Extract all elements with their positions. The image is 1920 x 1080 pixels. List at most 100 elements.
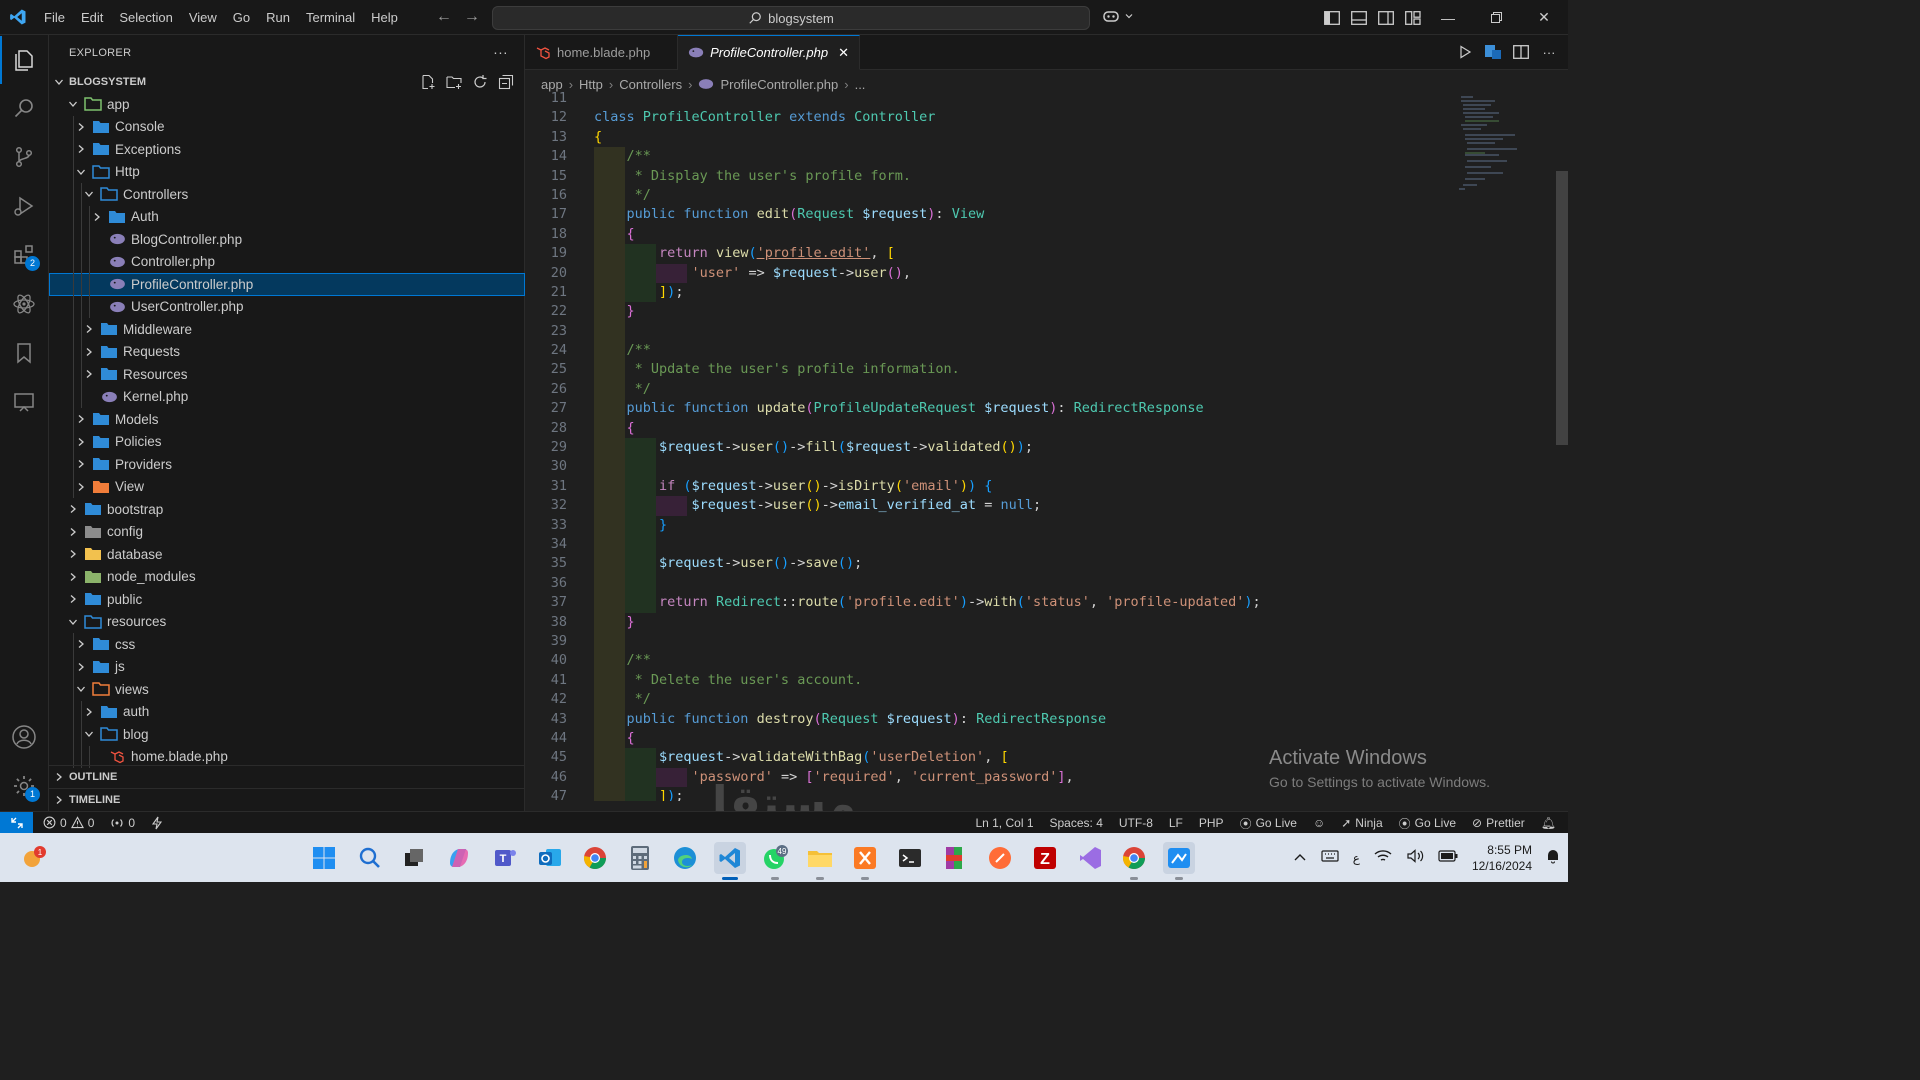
go-live-button-1[interactable]: ⦿ Go Live bbox=[1240, 815, 1297, 832]
react-icon[interactable] bbox=[0, 280, 48, 328]
run-icon[interactable] bbox=[1456, 43, 1474, 61]
tree-item[interactable]: BlogController.php bbox=[49, 228, 525, 251]
end-of-line[interactable]: LF bbox=[1169, 816, 1183, 830]
input-language[interactable]: ع bbox=[1353, 851, 1360, 865]
copilot-button[interactable] bbox=[1102, 8, 1134, 24]
menu-terminal[interactable]: Terminal bbox=[298, 0, 363, 35]
tree-item[interactable]: node_modules bbox=[49, 566, 525, 589]
copilot-taskbar-icon[interactable] bbox=[443, 842, 475, 874]
collapse-all-icon[interactable] bbox=[496, 72, 516, 92]
menu-go[interactable]: Go bbox=[225, 0, 258, 35]
battery-icon[interactable] bbox=[1438, 850, 1458, 865]
whatsapp-icon[interactable]: 49 bbox=[759, 842, 791, 880]
xampp-icon[interactable] bbox=[849, 842, 881, 880]
tree-item[interactable]: ProfileController.php bbox=[49, 273, 525, 296]
extensions-icon[interactable]: 2 bbox=[0, 231, 48, 279]
toggle-primary-sidebar-icon[interactable] bbox=[1322, 8, 1341, 27]
forward-arrow-icon[interactable]: → bbox=[464, 8, 480, 26]
notifications-bell-icon[interactable]: 🔔︎ bbox=[1541, 816, 1556, 830]
tree-item[interactable]: UserController.php bbox=[49, 295, 525, 318]
tab-profile-controller[interactable]: ProfileController.php ✕ bbox=[678, 35, 860, 70]
tree-item[interactable]: auth bbox=[49, 700, 525, 723]
chrome-icon[interactable] bbox=[579, 842, 611, 874]
new-file-icon[interactable] bbox=[418, 72, 438, 92]
search-taskbar-icon[interactable] bbox=[354, 842, 386, 874]
tree-item[interactable]: Providers bbox=[49, 453, 525, 476]
account-icon[interactable] bbox=[0, 713, 48, 761]
bookmark-icon[interactable] bbox=[0, 329, 48, 377]
tree-item[interactable]: app bbox=[49, 93, 525, 116]
postman-icon[interactable] bbox=[984, 842, 1016, 874]
lightning-icon[interactable] bbox=[151, 816, 163, 830]
tree-item[interactable]: Policies bbox=[49, 430, 525, 453]
tree-item[interactable]: Requests bbox=[49, 340, 525, 363]
tree-item[interactable]: Kernel.php bbox=[49, 385, 525, 408]
restore-icon[interactable] bbox=[1472, 0, 1520, 35]
more-actions-icon[interactable]: ··· bbox=[1540, 43, 1558, 61]
menu-file[interactable]: File bbox=[36, 0, 73, 35]
new-folder-icon[interactable] bbox=[444, 72, 464, 92]
calculator-icon[interactable] bbox=[624, 842, 656, 874]
tree-item[interactable]: Exceptions bbox=[49, 138, 525, 161]
notification-center-icon[interactable] bbox=[1546, 848, 1560, 867]
prettier-button[interactable]: ⊘ Prettier bbox=[1472, 816, 1525, 830]
code-editor[interactable]: 11 12 class ProfileController extends Cont… bbox=[525, 89, 1553, 801]
tree-item[interactable]: database bbox=[49, 543, 525, 566]
tree-item[interactable]: public bbox=[49, 588, 525, 611]
vscode-taskbar-icon[interactable] bbox=[714, 842, 746, 880]
remote-indicator-icon[interactable] bbox=[0, 811, 33, 834]
tree-item[interactable]: views bbox=[49, 678, 525, 701]
tab-home-blade[interactable]: home.blade.php bbox=[525, 35, 678, 70]
tree-item[interactable]: css bbox=[49, 633, 525, 656]
go-live-button-2[interactable]: ⦿ Go Live bbox=[1399, 815, 1456, 832]
vertical-scrollbar[interactable] bbox=[1554, 95, 1568, 811]
winrar-icon[interactable] bbox=[939, 842, 971, 874]
explorer-icon[interactable] bbox=[0, 36, 48, 84]
start-button-icon[interactable] bbox=[308, 842, 340, 874]
timeline-section[interactable]: TIMELINE bbox=[49, 788, 525, 810]
clock[interactable]: 8:55 PM 12/16/2024 bbox=[1472, 842, 1532, 874]
tree-item[interactable]: View bbox=[49, 475, 525, 498]
copilot-status-icon[interactable]: ☺ bbox=[1313, 816, 1325, 830]
ninja-button[interactable]: ➚ Ninja bbox=[1341, 816, 1382, 830]
manage-gear-icon[interactable]: 1 bbox=[0, 762, 48, 810]
toggle-secondary-sidebar-icon[interactable] bbox=[1376, 8, 1395, 27]
weather-widget-icon[interactable]: 1 bbox=[18, 842, 50, 874]
menu-help[interactable]: Help bbox=[363, 0, 406, 35]
tree-item[interactable]: Console bbox=[49, 115, 525, 138]
close-window-icon[interactable]: ✕ bbox=[1520, 0, 1568, 35]
minimize-icon[interactable]: — bbox=[1424, 0, 1472, 35]
menu-run[interactable]: Run bbox=[258, 0, 298, 35]
minimap[interactable] bbox=[1455, 95, 1555, 195]
snipping-tool-icon[interactable] bbox=[1163, 842, 1195, 880]
menu-selection[interactable]: Selection bbox=[111, 0, 180, 35]
file-explorer-icon[interactable] bbox=[804, 842, 836, 880]
back-arrow-icon[interactable]: ← bbox=[436, 8, 452, 26]
menu-edit[interactable]: Edit bbox=[73, 0, 111, 35]
tree-item[interactable]: Auth bbox=[49, 205, 525, 228]
filezilla-icon[interactable]: Z bbox=[1029, 842, 1061, 874]
search-icon[interactable] bbox=[0, 84, 48, 132]
cursor-position[interactable]: Ln 1, Col 1 bbox=[975, 816, 1033, 830]
tree-item[interactable]: resources bbox=[49, 611, 525, 634]
split-editor-icon[interactable] bbox=[1512, 43, 1530, 61]
refresh-icon[interactable] bbox=[470, 72, 490, 92]
tree-item[interactable]: Middleware bbox=[49, 318, 525, 341]
tree-item[interactable]: Controller.php bbox=[49, 250, 525, 273]
outlook-icon[interactable] bbox=[534, 842, 566, 874]
encoding[interactable]: UTF-8 bbox=[1119, 816, 1153, 830]
tree-item[interactable]: config bbox=[49, 521, 525, 544]
terminal-icon[interactable] bbox=[894, 842, 926, 874]
tree-item[interactable]: js bbox=[49, 655, 525, 678]
keyboard-icon[interactable] bbox=[1321, 850, 1339, 865]
ports-indicator[interactable]: 0 bbox=[110, 816, 135, 830]
indentation[interactable]: Spaces: 4 bbox=[1050, 816, 1103, 830]
edge-icon[interactable] bbox=[669, 842, 701, 874]
tree-item[interactable]: blog bbox=[49, 723, 525, 746]
problems-indicator[interactable]: 0 0 bbox=[43, 816, 94, 830]
menu-view[interactable]: View bbox=[181, 0, 225, 35]
outline-section[interactable]: OUTLINE bbox=[49, 765, 525, 787]
remote-explorer-icon[interactable] bbox=[0, 378, 48, 426]
language-mode[interactable]: PHP bbox=[1199, 816, 1224, 830]
preview-php-icon[interactable] bbox=[1484, 43, 1502, 61]
